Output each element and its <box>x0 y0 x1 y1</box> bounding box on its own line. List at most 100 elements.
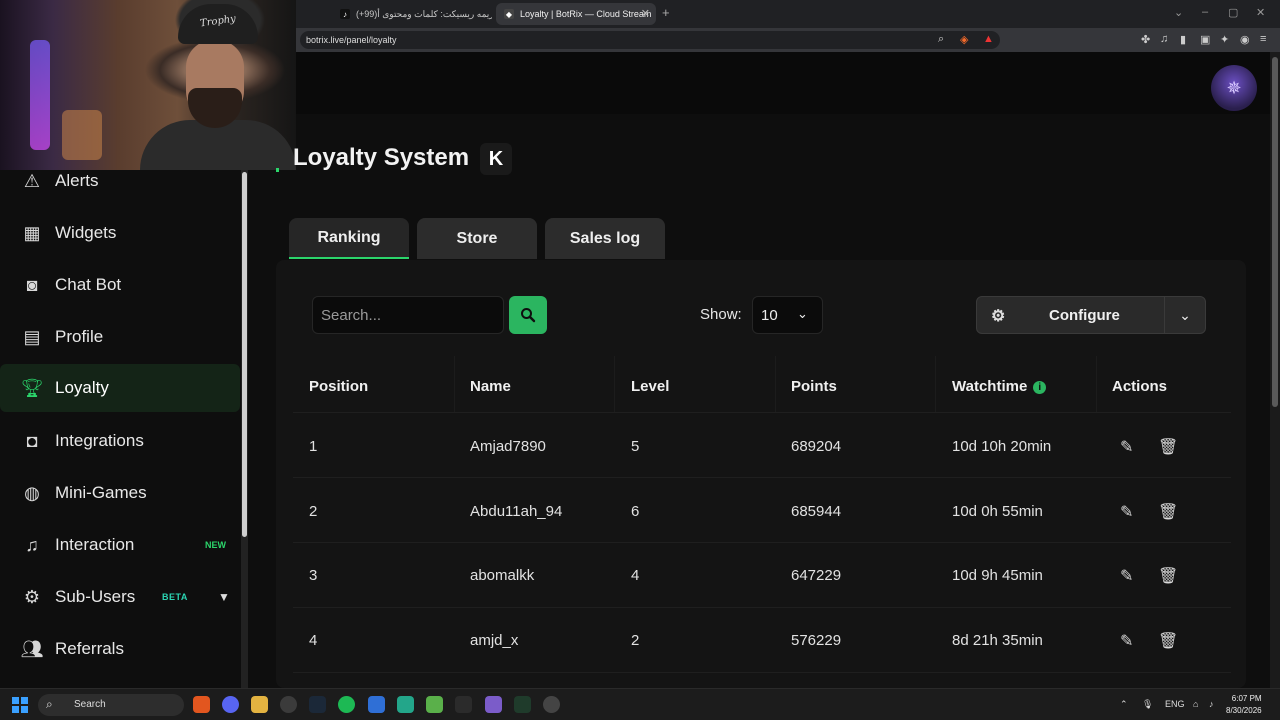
url-field[interactable]: botrix.live/panel/loyalty <box>300 31 1000 49</box>
edit-pencil-icon[interactable]: ✎ <box>1120 502 1133 522</box>
kick-platform-icon[interactable]: K <box>480 143 512 175</box>
taskbar-search[interactable]: ⌕ Search <box>38 694 184 716</box>
maximize-icon[interactable]: ▢ <box>1228 6 1238 19</box>
widgets-grid-icon: ▦ <box>23 222 41 243</box>
sidebar-item-loyalty[interactable]: 🏆︎ Loyalty <box>0 364 240 412</box>
sidebar-item-interaction[interactable]: ♫ Interaction NEW <box>0 521 240 569</box>
top-header <box>296 52 1270 114</box>
new-tab-icon[interactable]: + <box>662 5 670 20</box>
search-placeholder: Search... <box>321 307 382 324</box>
configure-button[interactable]: ⚙ Configure <box>976 296 1165 334</box>
search-input[interactable]: Search... <box>312 296 504 334</box>
app-icon-2[interactable] <box>397 696 414 713</box>
minimize-icon[interactable]: – <box>1202 6 1208 18</box>
sidebar-item-chat-bot[interactable]: ◙ Chat Bot <box>0 261 240 309</box>
leo-icon[interactable]: ✦ <box>1220 33 1229 46</box>
app-icon-1[interactable] <box>368 696 385 713</box>
column-header-level[interactable]: Level <box>631 378 669 395</box>
cell-watchtime: 10d 10h 20min <box>952 438 1052 455</box>
cell-name: abomalkk <box>470 567 535 584</box>
tray-chevron-icon[interactable]: ⌃ <box>1120 699 1128 710</box>
extensions-icon[interactable]: ✤ <box>1141 33 1150 46</box>
chrome-icon[interactable] <box>280 696 297 713</box>
obs-icon[interactable] <box>543 696 560 713</box>
search-button[interactable] <box>509 296 547 334</box>
brave-rewards-icon[interactable]: ▲ <box>983 33 994 45</box>
column-header-position[interactable]: Position <box>309 378 368 395</box>
sidebar-item-profile[interactable]: ▤ Profile <box>0 313 240 361</box>
edit-pencil-icon[interactable]: ✎ <box>1120 437 1133 457</box>
sidebar-item-referrals[interactable]: 👥︎ Referrals <box>0 625 240 673</box>
app-icon-6[interactable] <box>514 696 531 713</box>
show-select[interactable]: 10 ⌄ <box>752 296 823 334</box>
file-explorer-icon[interactable] <box>251 696 268 713</box>
music-note-icon: ♫ <box>25 534 39 555</box>
network-icon[interactable]: ⌂ <box>1193 699 1198 709</box>
user-avatar[interactable]: ✵ <box>1211 65 1257 111</box>
botrix-favicon-icon: ◆ <box>504 9 514 19</box>
chevron-down-icon[interactable]: ▼ <box>218 590 230 604</box>
configure-dropdown-button[interactable]: ⌄ <box>1164 296 1206 334</box>
cell-position: 1 <box>309 438 318 455</box>
column-header-watchtime[interactable]: Watchtime i <box>952 378 1047 395</box>
id-card-icon: ▤ <box>23 326 41 347</box>
taskbar-clock[interactable]: 6:07 PM 8/30/2026 <box>1226 693 1262 717</box>
app-icon-5[interactable] <box>485 696 502 713</box>
trash-icon[interactable]: 🗑︎ <box>1158 631 1178 651</box>
brave-browser-icon[interactable] <box>193 696 210 713</box>
trophy-icon: 🏆︎ <box>20 377 44 398</box>
edit-pencil-icon[interactable]: ✎ <box>1120 566 1133 586</box>
sidebar-item-sub-users[interactable]: ⚙ Sub-Users BETA ▼ <box>0 573 240 621</box>
cell-level: 2 <box>631 632 640 649</box>
trash-icon[interactable]: 🗑︎ <box>1158 566 1178 586</box>
menu-icon[interactable]: ≡ <box>1260 33 1266 45</box>
wallet-icon[interactable]: ▣ <box>1200 33 1210 46</box>
steam-icon[interactable] <box>309 696 326 713</box>
user-group-icon: 👥︎ <box>20 638 44 659</box>
vpn-icon[interactable]: ◉ <box>1240 33 1250 46</box>
cell-name: Abdu11ah_94 <box>470 503 563 520</box>
tab-ranking[interactable]: Ranking <box>289 218 409 259</box>
close-tab-icon[interactable]: ✕ <box>641 7 650 20</box>
sidebar-item-label: Alerts <box>55 171 99 190</box>
trash-icon[interactable]: 🗑︎ <box>1158 502 1178 522</box>
app-icon-4[interactable] <box>455 696 472 713</box>
zoom-icon[interactable]: ⌕ <box>938 33 944 46</box>
sidebar-scrollbar-thumb[interactable] <box>242 172 247 537</box>
clock-time: 6:07 PM <box>1231 694 1262 703</box>
robot-icon: ◙ <box>26 274 38 295</box>
new-badge: NEW <box>205 540 226 550</box>
windows-taskbar: ⌕ Search ⌃ 🎙︎ ENG ⌂ ♪ 6:07 PM 8/30/2026 <box>0 688 1280 720</box>
language-indicator[interactable]: ENG <box>1165 699 1185 709</box>
volume-icon[interactable]: ♪ <box>1209 699 1214 709</box>
app-icon-3[interactable] <box>426 696 443 713</box>
browser-tab-2[interactable]: ◆ Loyalty | BotRix — Cloud Stream ✕ <box>496 3 656 25</box>
column-header-points[interactable]: Points <box>791 378 837 395</box>
microphone-icon[interactable]: 🎙︎ <box>1142 699 1153 710</box>
edit-pencil-icon[interactable]: ✎ <box>1120 631 1133 651</box>
tab-sales-log[interactable]: Sales log <box>545 218 665 259</box>
discord-icon: ◘ <box>26 430 38 451</box>
trash-icon[interactable]: 🗑︎ <box>1158 437 1178 457</box>
page-scrollbar[interactable] <box>1270 52 1280 688</box>
discord-app-icon[interactable] <box>222 696 239 713</box>
cell-level: 5 <box>631 438 640 455</box>
windows-start-icon[interactable] <box>12 697 28 713</box>
tab-store[interactable]: Store <box>417 218 537 259</box>
page-scrollbar-thumb[interactable] <box>1272 57 1278 407</box>
tab-list-chevron-icon[interactable]: ⌄ <box>1174 6 1183 19</box>
cell-position: 4 <box>309 632 318 649</box>
close-window-icon[interactable]: ✕ <box>1256 6 1265 19</box>
column-header-name[interactable]: Name <box>470 378 511 395</box>
spotify-icon[interactable] <box>338 696 355 713</box>
sidebar-item-mini-games[interactable]: ◍ Mini-Games <box>0 469 240 517</box>
browser-tab-1[interactable]: ♪ (+99)دريمه ريسيكت: كلمات ومحتوى أ <box>332 3 492 25</box>
info-icon[interactable]: i <box>1033 381 1047 394</box>
sidebar-toggle-icon[interactable]: ▮ <box>1180 33 1186 46</box>
beta-badge: BETA <box>162 592 188 602</box>
sidebar-item-widgets[interactable]: ▦ Widgets <box>0 209 240 257</box>
chevron-down-icon: ⌄ <box>1179 306 1191 323</box>
media-icon[interactable]: ♫ <box>1160 33 1168 45</box>
sidebar-item-integrations[interactable]: ◘ Integrations <box>0 417 240 465</box>
brave-shield-icon[interactable]: ◈ <box>960 33 968 46</box>
